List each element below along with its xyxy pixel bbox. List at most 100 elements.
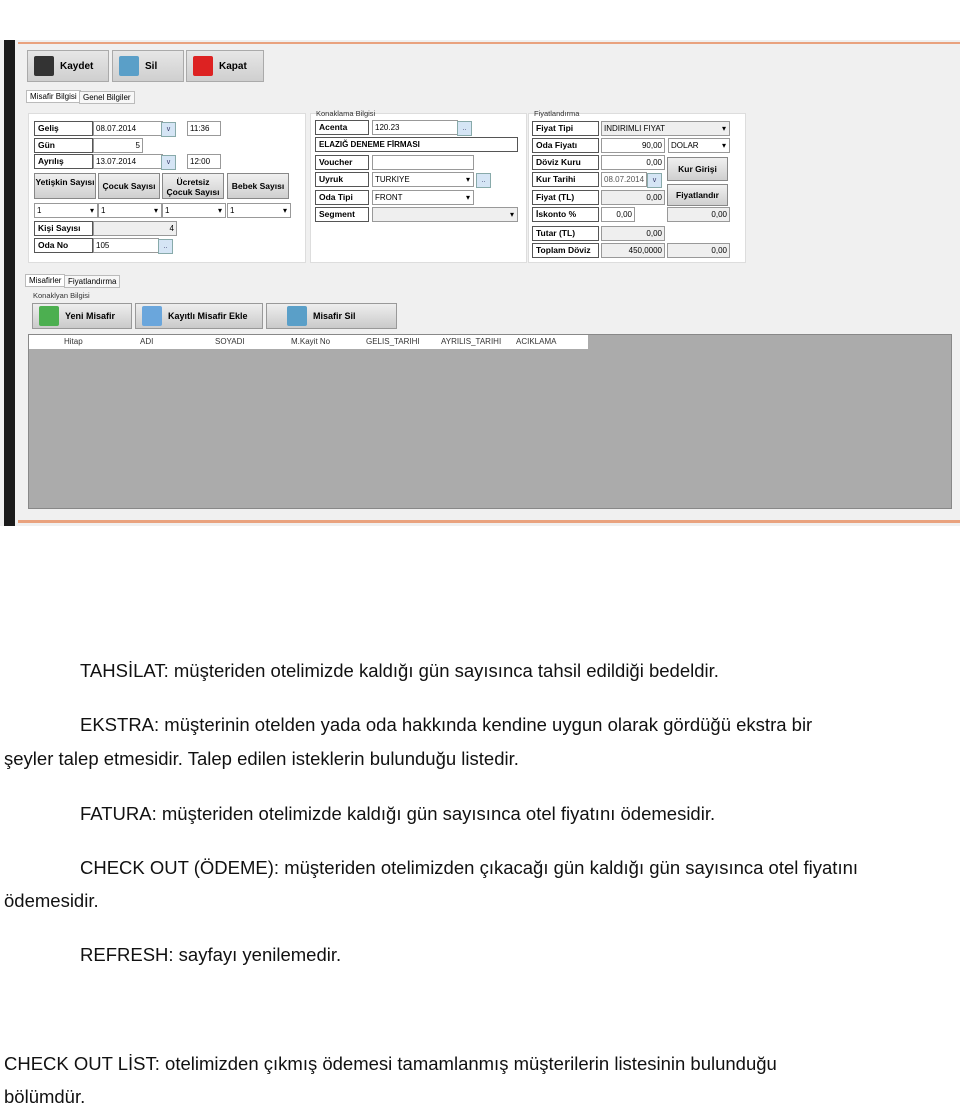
guests-grid[interactable]: Hitap ADI SOYADI M.Kayit No GELIS_TARIHI… bbox=[28, 334, 952, 509]
toplam-doviz-2-field: 0,00 bbox=[667, 243, 730, 258]
kisi-label: Kişi Sayısı bbox=[34, 221, 93, 236]
firma-field: ELAZIĞ DENEME FİRMASI bbox=[315, 137, 518, 152]
uyruk-select[interactable]: TURKIYE bbox=[372, 172, 474, 187]
doviz-kuru-label: Döviz Kuru bbox=[532, 155, 599, 170]
kur-girisi-button[interactable]: Kur Girişi bbox=[667, 157, 728, 181]
add-registered-guest-button[interactable]: Kayıtlı Misafir Ekle bbox=[135, 303, 263, 329]
konaklama-panel bbox=[310, 113, 527, 263]
fiyat-tl-field: 0,00 bbox=[601, 190, 665, 205]
window-edge bbox=[4, 40, 15, 526]
yetiskin-label: Yetişkin Sayısı bbox=[34, 173, 96, 199]
bebek-label: Bebek Sayısı bbox=[227, 173, 289, 199]
ucretsiz-select[interactable]: 1 bbox=[162, 203, 226, 218]
new-guest-label: Yeni Misafir bbox=[65, 311, 116, 321]
uyruk-lookup-button[interactable]: .. bbox=[476, 173, 491, 188]
column-header[interactable]: Hitap bbox=[64, 335, 83, 349]
oda-label: Oda No bbox=[34, 238, 93, 253]
tab-fiyatlandirma[interactable]: Fiyatlandırma bbox=[64, 275, 121, 288]
oda-fiyati-field[interactable]: 90,00 bbox=[601, 138, 665, 153]
uyruk-label: Uyruk bbox=[315, 172, 369, 187]
column-header[interactable]: SOYADI bbox=[215, 335, 245, 349]
segment-select[interactable] bbox=[372, 207, 518, 222]
column-header[interactable]: ACIKLAMA bbox=[516, 335, 556, 349]
app-screenshot: Kaydet Sil Kapat Misafir Bilgisi Genel B… bbox=[0, 40, 960, 526]
ayrilis-time-field[interactable]: 12:00 bbox=[187, 154, 221, 169]
trash-icon bbox=[287, 306, 307, 326]
gun-label: Gün bbox=[34, 138, 93, 153]
gun-field[interactable]: 5 bbox=[93, 138, 143, 153]
floppy-icon bbox=[34, 56, 54, 76]
tab-genel-bilgiler[interactable]: Genel Bilgiler bbox=[79, 91, 135, 104]
gelis-label: Geliş bbox=[34, 121, 93, 136]
fiyat-tipi-label: Fiyat Tipi bbox=[532, 121, 599, 136]
toplam-doviz-field: 450,0000 bbox=[601, 243, 665, 258]
voucher-label: Voucher bbox=[315, 155, 369, 170]
tab-misafir-bilgisi[interactable]: Misafir Bilgisi bbox=[26, 90, 81, 103]
column-header[interactable]: M.Kayit No bbox=[291, 335, 330, 349]
fiyat-tipi-select[interactable]: INDIRIMLI FIYAT bbox=[601, 121, 730, 136]
iskonto-label: İskonto % bbox=[532, 207, 599, 222]
save-label: Kaydet bbox=[60, 60, 94, 72]
ucretsiz-label: Ücretsiz Çocuk Sayısı bbox=[162, 173, 224, 199]
add-registered-guest-label: Kayıtlı Misafir Ekle bbox=[168, 311, 248, 321]
close-button[interactable]: Kapat bbox=[186, 50, 264, 82]
toplam-doviz-label: Toplam Döviz bbox=[532, 243, 599, 258]
tutar-label: Tutar (TL) bbox=[532, 226, 599, 241]
kur-tarihi-field[interactable]: 08.07.2014 bbox=[601, 172, 647, 187]
plus-icon bbox=[39, 306, 59, 326]
folder-icon bbox=[142, 306, 162, 326]
divider bbox=[18, 42, 960, 44]
tutar-field: 0,00 bbox=[601, 226, 665, 241]
oda-field[interactable]: 105 bbox=[93, 238, 159, 253]
new-guest-button[interactable]: Yeni Misafir bbox=[32, 303, 132, 329]
doviz-kuru-field[interactable]: 0,00 bbox=[601, 155, 665, 170]
gelis-date-field[interactable]: 08.07.2014 bbox=[93, 121, 163, 136]
tab-misafirler[interactable]: Misafirler bbox=[25, 274, 66, 287]
acenta-label: Acenta bbox=[315, 120, 369, 135]
fiyatlandir-button[interactable]: Fiyatlandır bbox=[667, 184, 728, 206]
cocuk-label: Çocuk Sayısı bbox=[98, 173, 160, 199]
iskonto-field[interactable]: 0,00 bbox=[601, 207, 635, 222]
gelis-time-field[interactable]: 11:36 bbox=[187, 121, 221, 136]
iskonto-amount-field: 0,00 bbox=[667, 207, 730, 222]
fiyat-tl-label: Fiyat (TL) bbox=[532, 190, 599, 205]
calendar-dropdown-button[interactable]: v bbox=[161, 122, 176, 137]
odatipi-label: Oda Tipi bbox=[315, 190, 369, 205]
paragraph-checkout-list-cont: bölümdür. bbox=[4, 1086, 86, 1107]
ayrilis-label: Ayrılış bbox=[34, 154, 93, 169]
delete-button[interactable]: Sil bbox=[112, 50, 184, 82]
delete-guest-label: Misafir Sil bbox=[313, 311, 356, 321]
power-icon bbox=[193, 56, 213, 76]
calendar-dropdown-button[interactable]: v bbox=[647, 173, 662, 188]
currency-select[interactable]: DOLAR bbox=[668, 138, 730, 153]
column-header[interactable]: ADI bbox=[140, 335, 153, 349]
save-button[interactable]: Kaydet bbox=[27, 50, 109, 82]
delete-guest-button[interactable]: Misafir Sil bbox=[266, 303, 397, 329]
ayrilis-date-field[interactable]: 13.07.2014 bbox=[93, 154, 163, 169]
paragraph-ekstra-cont: şeyler talep etmesidir. Talep edilen ist… bbox=[4, 748, 519, 769]
room-lookup-button[interactable]: .. bbox=[158, 239, 173, 254]
calendar-dropdown-button[interactable]: v bbox=[161, 155, 176, 170]
paragraph-refresh: REFRESH: sayfayı yenilemedir. bbox=[80, 944, 342, 965]
konaklama-title: Konaklama Bilgisi bbox=[316, 109, 376, 118]
divider bbox=[18, 520, 960, 523]
paragraph-checkout: CHECK OUT (ÖDEME): müşteriden otelimizde… bbox=[80, 857, 859, 878]
paragraph-tahsilat: TAHSİLAT: müşteriden otelimizde kaldığı … bbox=[80, 660, 719, 681]
kur-tarihi-label: Kur Tarihi bbox=[532, 172, 599, 187]
paragraph-checkout-cont: ödemesidir. bbox=[4, 890, 99, 911]
bebek-select[interactable]: 1 bbox=[227, 203, 291, 218]
yetiskin-select[interactable]: 1 bbox=[34, 203, 98, 218]
segment-label: Segment bbox=[315, 207, 369, 222]
voucher-field[interactable] bbox=[372, 155, 474, 170]
acenta-field[interactable]: 120.23 bbox=[372, 120, 458, 135]
odatipi-select[interactable]: FRONT bbox=[372, 190, 474, 205]
close-label: Kapat bbox=[219, 60, 247, 72]
delete-label: Sil bbox=[145, 60, 158, 72]
kisi-field: 4 bbox=[93, 221, 177, 236]
column-header[interactable]: GELIS_TARIHI bbox=[366, 335, 420, 349]
column-header[interactable]: AYRILIS_TARIHI bbox=[441, 335, 501, 349]
acenta-lookup-button[interactable]: .. bbox=[457, 121, 472, 136]
konaklayan-title: Konaklyan Bilgisi bbox=[33, 291, 90, 300]
cocuk-select[interactable]: 1 bbox=[98, 203, 162, 218]
paragraph-checkout-list: CHECK OUT LİST: otelimizden çıkmış ödeme… bbox=[4, 1053, 777, 1074]
